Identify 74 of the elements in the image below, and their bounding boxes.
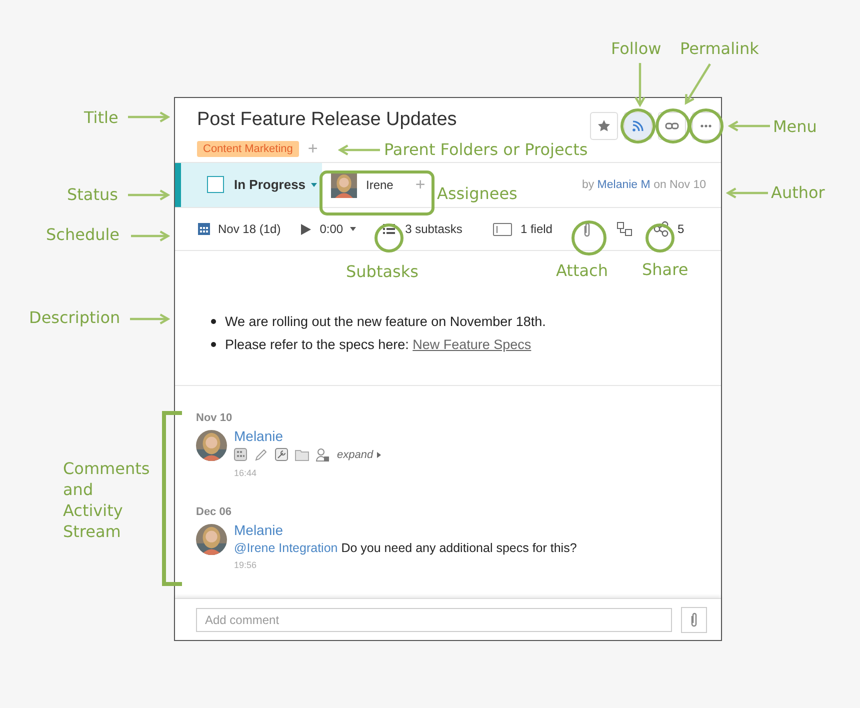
- rss-icon: [631, 119, 645, 133]
- comment-time: 19:56: [234, 560, 258, 570]
- caret-icon: [310, 182, 317, 187]
- paperclip-icon: [690, 612, 698, 628]
- fields-count[interactable]: 1 field: [520, 222, 552, 236]
- assignee-name[interactable]: Irene: [366, 178, 394, 192]
- bullet-icon: [211, 342, 216, 348]
- status-dropdown[interactable]: In Progress: [234, 177, 306, 192]
- caret-icon: [350, 227, 356, 232]
- description-line: Please refer to the specs here: New Feature Specs: [225, 337, 532, 352]
- user-icon: [316, 448, 330, 462]
- author-line: by Melanie M on Nov 10: [582, 178, 706, 191]
- callout-label: Description: [29, 307, 120, 328]
- share-icon[interactable]: [653, 221, 670, 238]
- callout-label: Assignees: [437, 183, 518, 204]
- expand-link[interactable]: expand: [337, 448, 374, 461]
- highlight-ring: [646, 224, 674, 252]
- callout-label: Author: [771, 182, 825, 203]
- callout-arrow: [726, 188, 768, 198]
- callout-label: Permalink: [680, 38, 759, 59]
- field-icon: [493, 222, 512, 236]
- callout-arrow: [728, 120, 770, 132]
- status-checkbox[interactable]: [207, 176, 224, 194]
- highlight-ring: [374, 224, 404, 252]
- callout-label: Follow: [611, 38, 662, 59]
- callout-arrow: [130, 314, 170, 324]
- subtasks-count[interactable]: 3 subtasks: [405, 222, 462, 236]
- calendar-icon: [198, 223, 210, 236]
- callout-arrow: [634, 63, 646, 106]
- folder-icon: [295, 448, 309, 461]
- wrench-icon: [275, 448, 288, 462]
- stream-date: Dec 06: [196, 506, 232, 518]
- star-button[interactable]: [590, 112, 618, 140]
- callout-arrow: [128, 190, 170, 200]
- play-icon[interactable]: [300, 224, 311, 235]
- highlight-ring: [656, 108, 690, 144]
- stream-date: Nov 10: [196, 412, 234, 424]
- author-link[interactable]: Melanie M: [597, 178, 650, 191]
- callout-label: Subtasks: [346, 261, 418, 282]
- paperclip-icon[interactable]: [583, 222, 592, 237]
- pencil-icon: [254, 448, 268, 462]
- highlight-ring: [688, 108, 724, 144]
- callout-label: Schedule: [46, 224, 120, 245]
- comment-field[interactable]: Add comment: [196, 608, 672, 632]
- callout-label: Share: [642, 259, 688, 280]
- comment-author[interactable]: Melanie: [234, 522, 577, 538]
- mention-link[interactable]: @Irene Integration: [234, 541, 338, 556]
- callout-label: Attach: [556, 260, 608, 281]
- comment-text: @Irene Integration Do you need any additional specs for this?: [234, 541, 577, 556]
- caret-icon: [377, 452, 382, 458]
- callout-arrow: [131, 230, 170, 242]
- callout-arrow: [128, 112, 170, 122]
- attach-button[interactable]: [681, 606, 707, 633]
- dependency-icon[interactable]: [617, 222, 632, 236]
- callout-label: Comments and Activity Stream: [63, 458, 151, 542]
- highlight-ring: [620, 108, 656, 144]
- spec-link[interactable]: New Feature Specs: [412, 337, 532, 352]
- due-date[interactable]: Nov 18 (1d): [218, 222, 281, 236]
- comment-time: 16:44: [234, 468, 258, 478]
- callout-label: Parent Folders or Projects: [384, 139, 588, 160]
- callout-arrow: [338, 144, 380, 156]
- callout-arrow: [684, 63, 711, 104]
- callout-label: Status: [67, 184, 118, 205]
- bullet-icon: [211, 319, 216, 324]
- comment-author[interactable]: Melanie: [234, 428, 382, 444]
- highlight-ring: [572, 220, 606, 256]
- task-title: Post Feature Release Updates: [197, 109, 457, 131]
- description-line: We are rolling out the new feature on November 18th.: [225, 314, 546, 330]
- callout-label: Title: [84, 107, 118, 128]
- timer-value[interactable]: 0:00: [320, 222, 344, 236]
- star-icon: [597, 119, 611, 133]
- calendar-icon: [234, 448, 247, 462]
- share-count: 5: [677, 222, 684, 236]
- callout-label: Menu: [773, 116, 817, 137]
